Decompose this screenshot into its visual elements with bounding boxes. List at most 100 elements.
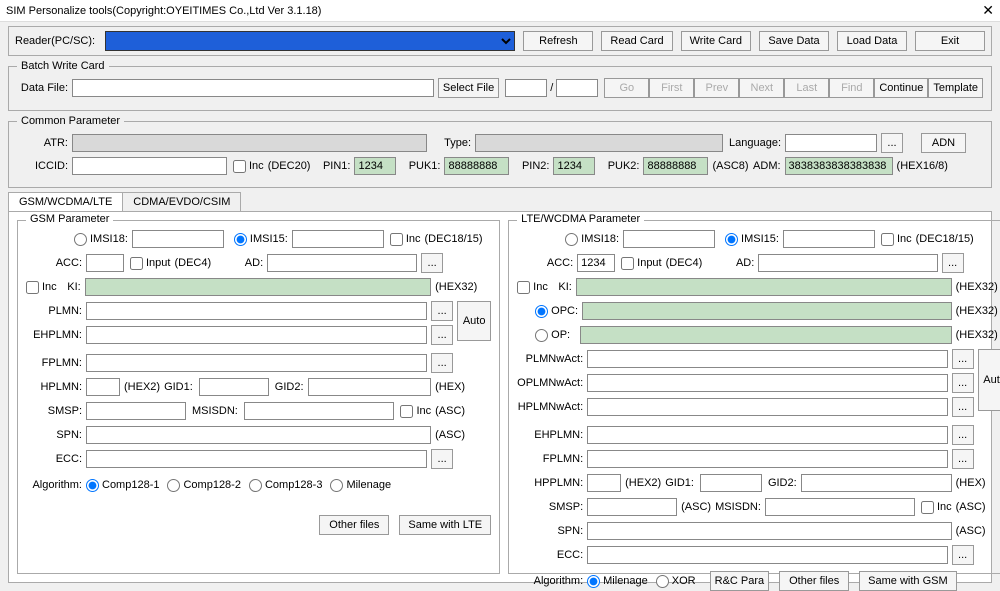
gsm-acc-input-check[interactable] <box>130 257 143 270</box>
selectfile-button[interactable]: Select File <box>438 78 499 98</box>
gsm-fplmn-input[interactable] <box>86 354 427 372</box>
gsm-gid2-input[interactable] <box>308 378 432 396</box>
lte-msisdn-input[interactable] <box>765 498 915 516</box>
lte-gid2-input[interactable] <box>801 474 952 492</box>
template-button[interactable]: Template <box>928 78 983 98</box>
gsm-c3-radio[interactable] <box>249 479 262 492</box>
gsm-ecc-input[interactable] <box>86 450 427 468</box>
lte-other-button[interactable]: Other files <box>779 571 849 591</box>
lte-imsi18-input[interactable] <box>623 230 715 248</box>
lte-opc-radio[interactable] <box>535 305 548 318</box>
lte-imsi18-radio[interactable] <box>565 233 578 246</box>
gsm-plmn-dots[interactable]: ... <box>431 301 453 321</box>
lte-acc-input-check[interactable] <box>621 257 634 270</box>
exit-button[interactable]: Exit <box>915 31 985 51</box>
lte-imsi15-radio[interactable] <box>725 233 738 246</box>
lte-fplmn-input[interactable] <box>587 450 947 468</box>
lte-auto-button[interactable]: Auto <box>978 349 1000 411</box>
batch-pos-input[interactable] <box>505 79 547 97</box>
gsm-samelte-button[interactable]: Same with LTE <box>399 515 491 535</box>
gsm-imsi18-input[interactable] <box>132 230 224 248</box>
gsm-gid1-input[interactable] <box>199 378 269 396</box>
lte-opc-input[interactable] <box>582 302 952 320</box>
gsm-spn-input[interactable] <box>86 426 431 444</box>
tab-cdma[interactable]: CDMA/EVDO/CSIM <box>122 192 241 211</box>
gsm-ehplmn-input[interactable] <box>86 326 427 344</box>
gsm-mile-radio[interactable] <box>330 479 343 492</box>
lte-ehplmn-input[interactable] <box>587 426 947 444</box>
lte-acc-input[interactable] <box>577 254 615 272</box>
next-button[interactable]: Next <box>739 78 784 98</box>
refresh-button[interactable]: Refresh <box>523 31 593 51</box>
gsm-c1-radio[interactable] <box>86 479 99 492</box>
lte-imsi-inc-check[interactable] <box>881 233 894 246</box>
lte-plmnwact-input[interactable] <box>587 350 947 368</box>
lte-ki-input[interactable] <box>576 278 952 296</box>
puk2-input[interactable] <box>643 157 708 175</box>
lte-gid1-input[interactable] <box>700 474 762 492</box>
loaddata-button[interactable]: Load Data <box>837 31 907 51</box>
gsm-auto-button[interactable]: Auto <box>457 301 491 341</box>
gsm-c2-radio[interactable] <box>167 479 180 492</box>
lte-imsi15-input[interactable] <box>783 230 875 248</box>
gsm-imsi15-input[interactable] <box>292 230 384 248</box>
lte-spn-input[interactable] <box>587 522 951 540</box>
lte-ad-input[interactable] <box>758 254 937 272</box>
savedata-button[interactable]: Save Data <box>759 31 829 51</box>
gsm-imsi-inc-check[interactable] <box>390 233 403 246</box>
lte-smsp-input[interactable] <box>587 498 677 516</box>
gsm-ehplmn-dots[interactable]: ... <box>431 325 453 345</box>
gsm-other-button[interactable]: Other files <box>319 515 389 535</box>
prev-button[interactable]: Prev <box>694 78 739 98</box>
adn-button[interactable]: ADN <box>921 133 966 153</box>
type-input[interactable] <box>475 134 723 152</box>
gsm-smsp-input[interactable] <box>86 402 186 420</box>
gsm-ki-input[interactable] <box>85 278 431 296</box>
pin1-input[interactable] <box>354 157 396 175</box>
lte-rcpara-button[interactable]: R&C Para <box>710 571 770 591</box>
readcard-button[interactable]: Read Card <box>601 31 672 51</box>
close-icon[interactable]: ✕ <box>982 2 994 19</box>
writecard-button[interactable]: Write Card <box>681 31 751 51</box>
atr-input[interactable] <box>72 134 427 152</box>
gsm-msisdn-inc-check[interactable] <box>400 405 413 418</box>
lte-mile-radio[interactable] <box>587 575 600 588</box>
gsm-fplmn-dots[interactable]: ... <box>431 353 453 373</box>
puk1-input[interactable] <box>444 157 509 175</box>
lte-ecc-input[interactable] <box>587 546 947 564</box>
go-button[interactable]: Go <box>604 78 649 98</box>
lte-fplmn-dots[interactable]: ... <box>952 449 974 469</box>
lte-ad-dots[interactable]: ... <box>942 253 964 273</box>
lte-msisdn-inc-check[interactable] <box>921 501 934 514</box>
lte-samegsm-button[interactable]: Same with GSM <box>859 571 956 591</box>
lte-xor-radio[interactable] <box>656 575 669 588</box>
language-input[interactable] <box>785 134 877 152</box>
gsm-ad-input[interactable] <box>267 254 417 272</box>
lte-ki-inc-check[interactable] <box>517 281 530 294</box>
gsm-ki-inc-check[interactable] <box>26 281 39 294</box>
lte-ehplmn-dots[interactable]: ... <box>952 425 974 445</box>
iccid-input[interactable] <box>72 157 227 175</box>
gsm-ecc-dots[interactable]: ... <box>431 449 453 469</box>
lte-oplmnwact-dots[interactable]: ... <box>952 373 974 393</box>
continue-button[interactable]: Continue <box>874 78 928 98</box>
lte-hplmnwact-dots[interactable]: ... <box>952 397 974 417</box>
first-button[interactable]: First <box>649 78 694 98</box>
find-button[interactable]: Find <box>829 78 874 98</box>
reader-select[interactable] <box>105 31 515 51</box>
lte-op-radio[interactable] <box>535 329 548 342</box>
batch-total-input[interactable] <box>556 79 598 97</box>
iccid-inc-check[interactable] <box>233 160 246 173</box>
pin2-input[interactable] <box>553 157 595 175</box>
lte-hpplmn-input[interactable] <box>587 474 621 492</box>
lte-plmnwact-dots[interactable]: ... <box>952 349 974 369</box>
tab-gsm[interactable]: GSM/WCDMA/LTE <box>8 192 123 211</box>
gsm-msisdn-input[interactable] <box>244 402 395 420</box>
adm-input[interactable] <box>785 157 893 175</box>
datafile-input[interactable] <box>72 79 434 97</box>
gsm-hplmn-input[interactable] <box>86 378 120 396</box>
gsm-imsi18-radio[interactable] <box>74 233 87 246</box>
lte-oplmnwact-input[interactable] <box>587 374 947 392</box>
lte-op-input[interactable] <box>580 326 952 344</box>
lte-hplmnwact-input[interactable] <box>587 398 947 416</box>
